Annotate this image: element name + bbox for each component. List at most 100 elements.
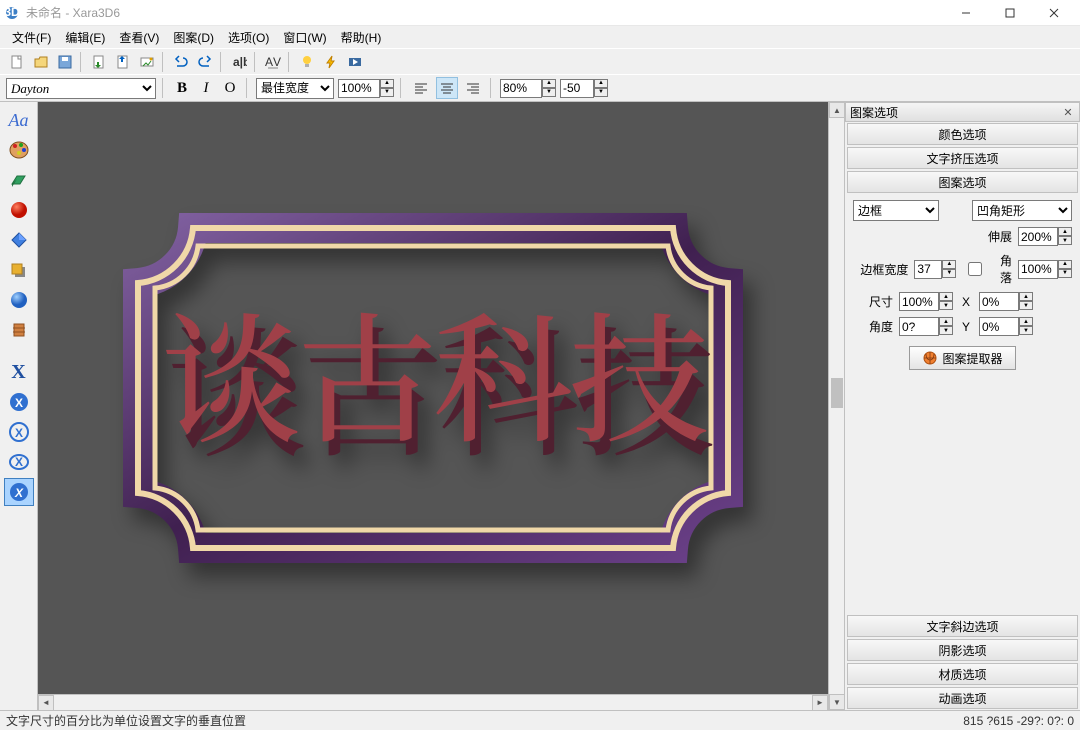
vscroll-up-icon[interactable]: ▲ (829, 102, 845, 118)
zoom-down[interactable]: ▼ (380, 88, 394, 97)
style1-button[interactable]: X (4, 358, 34, 386)
svg-text:X: X (14, 396, 22, 410)
acc-design-button[interactable]: 图案选项 (847, 171, 1078, 193)
close-button[interactable] (1032, 0, 1076, 26)
horizontal-scrollbar[interactable]: ◄ ► (38, 694, 828, 710)
menu-window[interactable]: 窗口(W) (277, 27, 332, 48)
border-width-spinner[interactable]: ▲▼ (914, 260, 956, 279)
acc-shadow-button[interactable]: 阴影选项 (847, 639, 1078, 661)
sphere-button[interactable] (4, 196, 34, 224)
color-palette-button[interactable] (4, 136, 34, 164)
vscroll-thumb[interactable] (831, 378, 843, 408)
width-mode-select[interactable]: 最佳宽度 (256, 78, 334, 99)
outline-button[interactable]: O (220, 78, 240, 98)
minimize-button[interactable] (944, 0, 988, 26)
style5-button[interactable]: X (4, 478, 34, 506)
font-select[interactable]: Dayton (6, 78, 156, 99)
y-spinner[interactable]: ▲▼ (979, 317, 1033, 336)
zoom-up[interactable]: ▲ (380, 79, 394, 88)
size-spinner[interactable]: ▲▼ (899, 292, 953, 311)
format-toolbar: Dayton B I O 最佳宽度 ▲▼ ▲▼ ▲▼ (0, 74, 1080, 102)
acc-color-button[interactable]: 颜色选项 (847, 123, 1078, 145)
svg-text:a|b: a|b (233, 55, 247, 69)
maximize-button[interactable] (988, 0, 1032, 26)
zoom-spinner[interactable]: ▲▼ (338, 79, 394, 98)
aspect-spinner[interactable]: ▲▼ (500, 79, 556, 98)
export-anim-button[interactable] (136, 51, 158, 73)
app-logo-icon: 3D (4, 5, 20, 21)
stretch-label: 伸展 (988, 228, 1012, 245)
svg-text:X: X (14, 455, 22, 469)
new-file-button[interactable] (6, 51, 28, 73)
acc-extrude-button[interactable]: 文字挤压选项 (847, 147, 1078, 169)
lightning-button[interactable] (320, 51, 342, 73)
design-panel-body: 边框 凹角矩形 伸展 ▲▼ 边框宽度 ▲▼ 角落 ▲▼ 尺寸 ▲▼ X ▲▼ (845, 194, 1080, 614)
menu-file[interactable]: 文件(F) (6, 27, 57, 48)
corner-spinner[interactable]: ▲▼ (1018, 260, 1072, 279)
svg-text:V: V (273, 55, 281, 69)
material-button[interactable] (4, 286, 34, 314)
status-right: 815 ?615 -29?: 0?: 0 (963, 714, 1074, 728)
menu-options[interactable]: 选项(O) (222, 27, 275, 48)
text-tool-button[interactable]: a|b (228, 51, 250, 73)
svg-text:3D: 3D (4, 5, 20, 19)
redo-button[interactable] (194, 51, 216, 73)
main-toolbar: a|b AV (0, 48, 1080, 74)
vscroll-down-icon[interactable]: ▼ (829, 694, 845, 710)
baseline-spinner[interactable]: ▲▼ (560, 79, 608, 98)
acc-material-button[interactable]: 材质选项 (847, 663, 1078, 685)
align-right-button[interactable] (462, 77, 484, 99)
acc-anim-button[interactable]: 动画选项 (847, 687, 1078, 709)
stretch-spinner[interactable]: ▲▼ (1018, 227, 1072, 246)
panel-close-button[interactable]: ✕ (1061, 105, 1075, 119)
save-button[interactable] (54, 51, 76, 73)
bevel-button[interactable] (4, 226, 34, 254)
menu-help[interactable]: 帮助(H) (335, 27, 388, 48)
export-button[interactable] (112, 51, 134, 73)
aspect-input[interactable] (500, 79, 542, 98)
titlebar: 3D 未命名 - Xara3D6 (0, 0, 1080, 26)
menu-design[interactable]: 图案(D) (167, 27, 220, 48)
style4-button[interactable]: X (4, 448, 34, 476)
acc-bevel-button[interactable]: 文字斜边选项 (847, 615, 1078, 637)
play-button[interactable] (344, 51, 366, 73)
svg-text:X: X (13, 486, 23, 500)
shape-type-select[interactable]: 凹角矩形 (972, 200, 1072, 221)
align-center-button[interactable] (436, 77, 458, 99)
extract-pattern-button[interactable]: 图案提取器 (909, 346, 1015, 370)
border-type-select[interactable]: 边框 (853, 200, 939, 221)
shadow-button[interactable] (4, 256, 34, 284)
vertical-scrollbar[interactable]: ▲ ▼ (828, 102, 844, 710)
x-spinner[interactable]: ▲▼ (979, 292, 1033, 311)
animation-button[interactable] (4, 316, 34, 344)
menubar: 文件(F) 编辑(E) 查看(V) 图案(D) 选项(O) 窗口(W) 帮助(H… (0, 26, 1080, 48)
corner-label: 角落 (988, 252, 1012, 286)
globe-icon (922, 350, 938, 366)
style3-button[interactable]: X (4, 418, 34, 446)
statusbar: 文字尺寸的百分比为单位设置文字的垂直位置 815 ?615 -29?: 0?: … (0, 710, 1080, 730)
angle-spinner[interactable]: ▲▼ (899, 317, 953, 336)
style2-button[interactable]: X (4, 388, 34, 416)
hscroll-left-icon[interactable]: ◄ (38, 695, 54, 711)
corner-checkbox[interactable] (968, 262, 982, 276)
extrude-button[interactable] (4, 166, 34, 194)
undo-button[interactable] (170, 51, 192, 73)
window-title: 未命名 - Xara3D6 (26, 4, 120, 21)
left-toolbar: Aa X X X X X (0, 102, 38, 710)
canvas-3d-view[interactable]: 谈古科技 谈古科技 (38, 102, 828, 694)
kerning-button[interactable]: AV (262, 51, 284, 73)
angle-label: 角度 (853, 318, 893, 335)
italic-button[interactable]: I (196, 78, 216, 98)
text-options-button[interactable]: Aa (4, 106, 34, 134)
menu-view[interactable]: 查看(V) (113, 27, 165, 48)
menu-edit[interactable]: 编辑(E) (59, 27, 111, 48)
hscroll-right-icon[interactable]: ► (812, 695, 828, 711)
import-button[interactable] (88, 51, 110, 73)
lightbulb-button[interactable] (296, 51, 318, 73)
zoom-input[interactable] (338, 79, 380, 98)
bold-button[interactable]: B (172, 78, 192, 98)
options-panel: 图案选项 ✕ 颜色选项 文字挤压选项 图案选项 边框 凹角矩形 伸展 ▲▼ 边框… (844, 102, 1080, 710)
baseline-input[interactable] (560, 79, 594, 98)
align-left-button[interactable] (410, 77, 432, 99)
open-file-button[interactable] (30, 51, 52, 73)
